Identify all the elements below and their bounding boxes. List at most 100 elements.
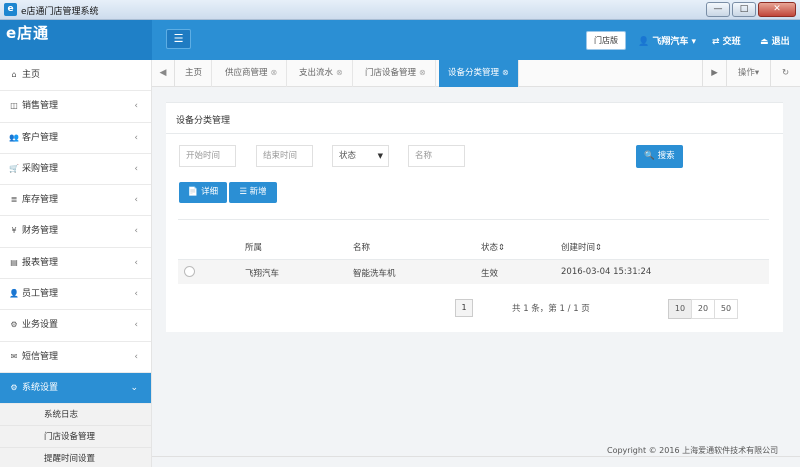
page-size-10[interactable]: 10 <box>668 299 692 319</box>
search-button[interactable]: 🔍 搜索 <box>636 145 683 168</box>
window-title: e店通门店管理系统 <box>21 7 99 17</box>
sidebar-item-label: 系统设置 <box>22 382 59 393</box>
user-icon: 👤 <box>9 289 19 299</box>
store-edition-button[interactable]: 门店版 <box>586 31 626 50</box>
column-header-owner[interactable]: 所属 <box>245 241 262 253</box>
end-time-input[interactable]: 结束时间 <box>256 145 313 167</box>
sidebar-item-sms[interactable]: ✉ 短信管理 ‹ <box>0 342 151 373</box>
shift-handover-button[interactable]: ⇄ 交班 <box>712 34 741 47</box>
chevron-left-icon: ‹ <box>134 132 138 143</box>
main-content: 设备分类管理 开始时间 结束时间 状态 ▼ 名称 🔍 搜索 📄 详细 ☰ 新增 … <box>152 87 800 467</box>
sidebar-item-label: 短信管理 <box>22 351 59 362</box>
database-icon: ≣ <box>10 195 18 205</box>
tabs-next-button[interactable]: ▶ <box>702 60 726 87</box>
envelope-icon: ✉ <box>10 351 18 361</box>
sidebar: ⌂ 主页 ◫ 销售管理 ‹ 👥 客户管理 ‹ 🛒 采购管理 ‹ ≣ 库存管理 ‹… <box>0 60 152 467</box>
close-tab-icon[interactable]: ⊗ <box>336 68 343 77</box>
cell-status: 生效 <box>481 269 499 279</box>
sidebar-item-finance[interactable]: ¥ 财务管理 ‹ <box>0 216 151 248</box>
tabs-prev-button[interactable]: ◀ <box>152 60 175 87</box>
sidebar-item-reports[interactable]: ▤ 报表管理 ‹ <box>0 248 151 280</box>
table-top-border <box>178 219 769 220</box>
table-row[interactable]: 飞翔汽车 智能洗车机 生效 2016-03-04 15:31:24 <box>178 259 769 284</box>
tab-label: 主页 <box>185 68 203 78</box>
window-titlebar: e e店通门店管理系统 — □ ✕ <box>0 0 800 20</box>
refresh-icon[interactable]: ↻ <box>770 60 800 87</box>
chevron-left-icon: ‹ <box>134 320 138 331</box>
chevron-down-icon: ⌄ <box>130 382 138 393</box>
app-icon: e <box>4 3 17 16</box>
chevron-left-icon: ‹ <box>134 195 138 206</box>
status-select-value: 状态 <box>339 151 357 161</box>
close-tab-icon[interactable]: ⊗ <box>502 68 509 77</box>
caret-down-icon: ▼ <box>377 152 383 160</box>
chevron-left-icon: ‹ <box>134 289 138 300</box>
home-icon: ⌂ <box>11 70 17 79</box>
cell-created-time: 2016-03-04 15:31:24 <box>561 267 652 277</box>
tab-suppliers[interactable]: 供应商管理 ⊗ <box>216 60 288 87</box>
sales-icon: ◫ <box>10 101 18 111</box>
sidebar-item-business-settings[interactable]: ⚙ 业务设置 ‹ <box>0 310 151 342</box>
column-header-created-time[interactable]: 创建时间⇕ <box>561 241 602 253</box>
status-select[interactable]: 状态 ▼ <box>332 145 389 167</box>
report-icon: ▤ <box>10 257 18 267</box>
sidebar-item-sales[interactable]: ◫ 销售管理 ‹ <box>0 91 151 123</box>
panel-title: 设备分类管理 <box>176 116 231 126</box>
sidebar-subitem-store-devices[interactable]: 门店设备管理 <box>0 426 151 449</box>
footer-copyright: Copyright © 2016 上海爱通软件技术有限公司 <box>607 446 779 455</box>
column-header-status[interactable]: 状态⇕ <box>481 241 505 253</box>
logo-area: e店通 <box>0 20 152 60</box>
menu-toggle-button[interactable]: ☰ <box>166 29 191 49</box>
logout-button[interactable]: ⏏ 退出 <box>760 34 790 47</box>
cart-icon: 🛒 <box>9 163 19 173</box>
gears-icon: ⚙ <box>10 320 18 330</box>
app: e店通 ☰ 门店版 👤 飞翔汽车 ▾ ⇄ 交班 ⏏ 退出 ⌂ 主页 ◫ 销售管理… <box>0 20 800 467</box>
sidebar-subitem-reminder-time[interactable]: 提醒时间设置 <box>0 448 151 467</box>
minimize-button[interactable]: — <box>706 2 730 17</box>
start-time-input[interactable]: 开始时间 <box>179 145 236 167</box>
tab-device-categories[interactable]: 设备分类管理 ⊗ <box>439 60 519 87</box>
close-button[interactable]: ✕ <box>758 2 796 17</box>
tab-store-devices[interactable]: 门店设备管理 ⊗ <box>356 60 436 87</box>
tab-expense-flow[interactable]: 支出流水 ⊗ <box>290 60 353 87</box>
logo: e店通 <box>6 24 50 42</box>
page-number-button[interactable]: 1 <box>455 299 473 317</box>
sidebar-item-home[interactable]: ⌂ 主页 <box>0 60 151 92</box>
sidebar-item-label: 销售管理 <box>22 101 59 112</box>
window-controls: — □ ✕ <box>706 2 796 17</box>
close-tab-icon[interactable]: ⊗ <box>419 68 426 77</box>
sidebar-item-staff[interactable]: 👤 员工管理 ‹ <box>0 279 151 311</box>
add-button[interactable]: ☰ 新增 <box>229 182 277 203</box>
chevron-left-icon: ‹ <box>134 101 138 112</box>
sidebar-item-label: 采购管理 <box>22 163 59 174</box>
sidebar-item-label: 库存管理 <box>22 195 59 206</box>
tab-home[interactable]: 主页 <box>176 60 213 87</box>
sidebar-item-inventory[interactable]: ≣ 库存管理 ‹ <box>0 185 151 217</box>
sidebar-item-system-settings[interactable]: ⚙ 系统设置 ⌄ <box>0 372 151 405</box>
yen-icon: ¥ <box>11 226 17 236</box>
cell-name: 智能洗车机 <box>353 269 396 279</box>
sidebar-item-purchasing[interactable]: 🛒 采购管理 ‹ <box>0 154 151 186</box>
sidebar-item-customers[interactable]: 👥 客户管理 ‹ <box>0 123 151 154</box>
sidebar-item-label: 客户管理 <box>22 132 59 143</box>
row-select-radio[interactable] <box>184 266 195 277</box>
cell-owner: 飞翔汽车 <box>245 269 280 279</box>
maximize-button[interactable]: □ <box>732 2 756 17</box>
column-header-name[interactable]: 名称 <box>353 241 370 253</box>
name-input[interactable]: 名称 <box>408 145 465 167</box>
page-size-50[interactable]: 50 <box>714 299 738 319</box>
tab-bar: ◀ 主页 供应商管理 ⊗ 支出流水 ⊗ 门店设备管理 ⊗ 设备分类管理 ⊗ ▶ 操作▾ … <box>152 60 800 87</box>
sidebar-subitem-system-log[interactable]: 系统日志 <box>0 404 151 427</box>
gear-icon: ⚙ <box>10 382 18 392</box>
sidebar-item-label: 主页 <box>22 70 41 80</box>
actions-dropdown[interactable]: 操作▾ <box>726 60 770 87</box>
detail-button[interactable]: 📄 详细 <box>179 182 227 203</box>
user-menu[interactable]: 👤 飞翔汽车 ▾ <box>638 34 696 47</box>
sidebar-item-label: 报表管理 <box>22 257 59 268</box>
tab-label: 供应商管理 <box>225 68 268 78</box>
pagination-info: 共 1 条，第 1 / 1 页 <box>512 304 590 314</box>
footer-divider <box>152 456 800 457</box>
device-category-panel: 设备分类管理 开始时间 结束时间 状态 ▼ 名称 🔍 搜索 📄 详细 ☰ 新增 … <box>166 102 783 332</box>
page-size-20[interactable]: 20 <box>691 299 715 319</box>
close-tab-icon[interactable]: ⊗ <box>271 68 278 77</box>
